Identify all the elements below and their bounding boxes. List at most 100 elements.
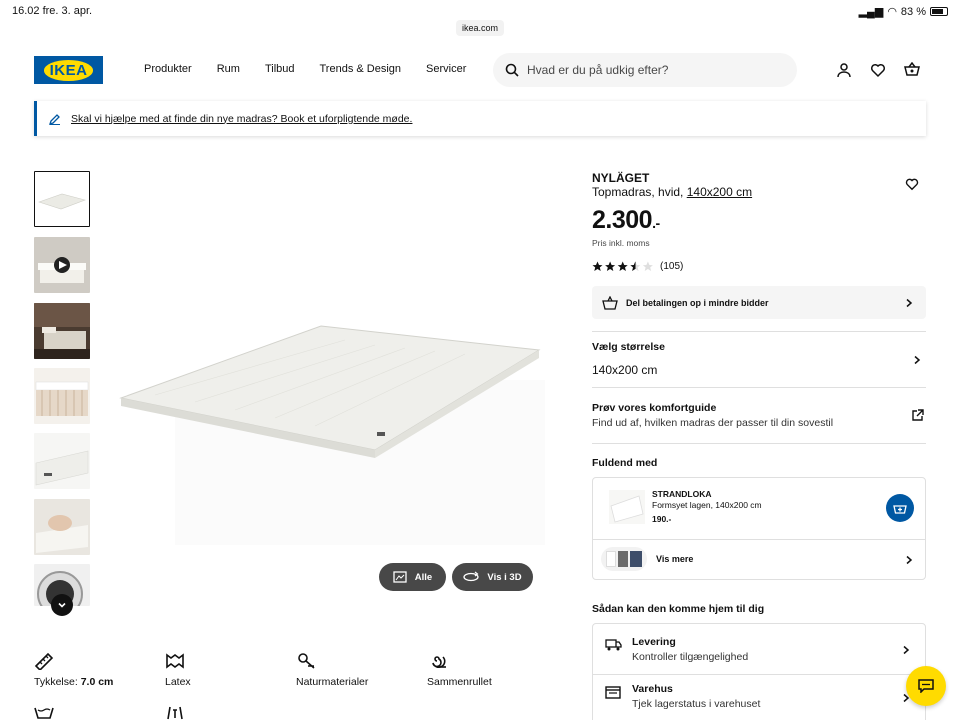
latex-icon [166, 653, 184, 669]
nav-products[interactable]: Produkter [144, 63, 192, 75]
thumb-bedroom[interactable] [34, 303, 90, 359]
strandloka-image[interactable] [609, 490, 645, 524]
divider [592, 387, 926, 388]
battery-icon [930, 7, 948, 16]
divider [593, 539, 925, 540]
natural-materials-icon [298, 653, 315, 669]
pencil-icon [49, 113, 60, 125]
gallery-icon [393, 571, 407, 583]
search-icon [505, 63, 519, 77]
divider [592, 331, 926, 332]
main-nav: Produkter Rum Tilbud Trends & Design Ser… [144, 63, 491, 75]
search-input[interactable]: Hvad er du på udkig efter? [493, 53, 797, 87]
wishlist-heart-icon[interactable] [905, 177, 919, 191]
product-size-link[interactable]: 140x200 cm [687, 185, 752, 199]
all-images-button[interactable]: Alle [379, 563, 446, 591]
store-option-title[interactable]: Varehus [632, 683, 673, 695]
complete-card: STRANDLOKA Formsyet lagen, 140x200 cm 19… [592, 477, 926, 580]
signal-icon: ▂▄▆ [858, 6, 884, 18]
view-3d-label: Vis i 3D [487, 571, 522, 583]
cart-icon[interactable] [904, 62, 920, 78]
rating-stars-icon [592, 261, 653, 271]
delivery-option-text: Kontroller tilgængelighed [632, 651, 749, 663]
status-indicators: ▂▄▆ ◠ 83 % [859, 5, 948, 18]
heart-icon[interactable] [870, 62, 886, 78]
help-banner: Skal vi hjælpe med at finde din nye madr… [34, 101, 926, 136]
product-type: Topmadras, hvid, [592, 185, 687, 199]
chevron-right-icon [906, 298, 913, 307]
product-description: Topmadras, hvid, 140x200 cm [592, 185, 752, 199]
price-value: 2.300 [592, 206, 653, 234]
thumbs-scroll-down-button[interactable] [51, 594, 73, 616]
size-selector[interactable] [592, 335, 926, 385]
feature-thickness: Tykkelse: 7.0 cm [34, 652, 113, 688]
external-link-icon[interactable] [911, 409, 924, 422]
book-meeting-link[interactable]: Skal vi hjælpe med at finde din nye madr… [71, 113, 412, 125]
feature-latex: Latex [165, 652, 191, 688]
ikea-logo[interactable]: IKEA [34, 56, 103, 84]
feature-thickness-label: Tykkelse: [34, 676, 81, 688]
thumb-video[interactable] [34, 237, 90, 293]
search-placeholder: Hvad er du på udkig efter? [527, 63, 669, 77]
see-more-link[interactable]: Vis mere [656, 554, 693, 564]
price-note: Pris inkl. moms [592, 238, 650, 248]
chevron-down-icon [58, 602, 66, 608]
more-products-preview [601, 547, 647, 571]
rolled-icon [432, 656, 446, 669]
status-time: 16.02 fre. 3. apr. [12, 5, 93, 17]
strandloka-price: 190.- [652, 514, 672, 524]
battery-percent: 83 % [900, 5, 926, 18]
feature-latex-label: Latex [165, 676, 191, 688]
product-price: 2.300.- [592, 206, 660, 235]
add-to-cart-icon [893, 505, 907, 514]
rating[interactable]: (105) [592, 261, 683, 272]
strandloka-desc: Formsyet lagen, 140x200 cm [652, 500, 762, 510]
url-bar[interactable]: ikea.com [456, 20, 504, 36]
nav-trends[interactable]: Trends & Design [320, 63, 402, 75]
strandloka-name[interactable]: STRANDLOKA [652, 489, 712, 499]
product-main-image[interactable] [115, 300, 555, 550]
payment-basket-icon [602, 295, 618, 310]
care-icon [167, 706, 183, 720]
divider [593, 674, 925, 675]
installment-text: Del betalingen op i mindre bidder [626, 297, 769, 308]
account-icon[interactable] [836, 62, 852, 78]
chat-icon [918, 679, 934, 693]
store-option-text: Tjek lagerstatus i varehuset [632, 698, 761, 710]
nav-services[interactable]: Servicer [426, 63, 466, 75]
nav-offers[interactable]: Tilbud [265, 63, 295, 75]
delivery-card: Levering Kontroller tilgængelighed Vareh… [592, 623, 926, 720]
store-icon [605, 686, 621, 699]
price-suffix: .- [652, 215, 660, 231]
divider [592, 443, 926, 444]
delivery-option-title[interactable]: Levering [632, 636, 676, 648]
rotate-3d-icon [463, 571, 480, 582]
complete-title: Fuldend med [592, 457, 658, 469]
chat-button[interactable] [906, 666, 946, 706]
wash-icon [34, 707, 54, 719]
nav-rooms[interactable]: Rum [217, 63, 240, 75]
installment-banner[interactable]: Del betalingen op i mindre bidder [592, 286, 926, 319]
thumb-hand[interactable] [34, 499, 90, 555]
feature-rolled: Sammenrullet [427, 652, 492, 688]
feature-thickness-value: 7.0 cm [80, 676, 114, 688]
thumb-1[interactable] [34, 171, 90, 227]
rating-count: (105) [660, 261, 684, 272]
feature-rolled-label: Sammenrullet [427, 676, 492, 688]
all-images-label: Alle [414, 571, 433, 583]
view-3d-button[interactable]: Vis i 3D [452, 563, 533, 591]
product-name: NYLÄGET [592, 171, 650, 185]
chevron-right-icon[interactable] [901, 645, 911, 655]
header-actions [836, 62, 920, 78]
thumb-corner[interactable] [34, 433, 90, 489]
truck-icon [605, 639, 622, 651]
wifi-icon: ◠ [887, 6, 897, 18]
thumb-layers[interactable] [34, 368, 90, 424]
comfort-text: Find ud af, hvilken madras der passer ti… [592, 417, 834, 429]
chevron-right-icon[interactable] [904, 555, 914, 565]
feature-natural: Naturmaterialer [296, 652, 368, 688]
add-to-cart-button[interactable] [886, 494, 914, 522]
ruler-icon [34, 652, 54, 670]
logo-text: IKEA [43, 59, 94, 81]
delivery-title: Sådan kan den komme hjem til dig [592, 603, 765, 615]
